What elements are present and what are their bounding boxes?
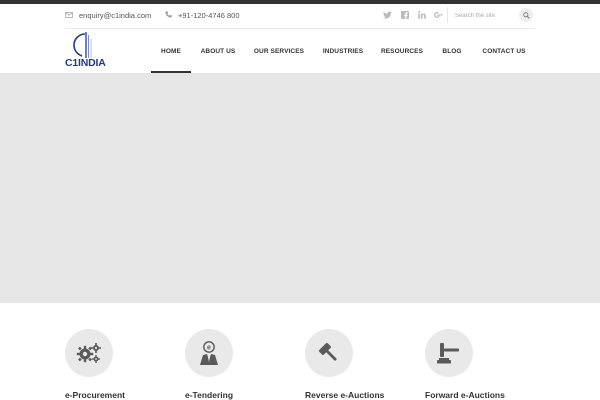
- service-title: e-Procurement: [65, 390, 125, 400]
- gears-icon: [76, 343, 101, 363]
- nav-label-our-services: OUR SERVICES: [253, 47, 305, 55]
- nav-item-about-us[interactable]: ABOUT US: [191, 29, 245, 73]
- hero-banner: [0, 74, 600, 303]
- nav-label-blog: BLOG: [442, 47, 462, 55]
- nav-label-contact-us: CONTACT US: [482, 47, 526, 55]
- contact-email[interactable]: enquiry@c1india.com: [65, 11, 151, 20]
- service-icon-circle: [425, 329, 473, 377]
- site-logo[interactable]: C1INDIA: [65, 31, 115, 69]
- search-button[interactable]: [519, 8, 533, 22]
- social-links: [383, 10, 443, 19]
- service-icon-circle: [305, 329, 353, 377]
- nav-label-industries: INDUSTRIES: [322, 47, 364, 55]
- envelope-icon: [65, 11, 73, 20]
- twitter-icon[interactable]: [383, 10, 392, 19]
- gavel-icon: [318, 342, 337, 361]
- linkedin-icon[interactable]: [417, 10, 426, 19]
- service-e-tendering[interactable]: e e-Tendering: [185, 329, 285, 400]
- search-icon: [522, 11, 530, 19]
- service-title: e-Tendering: [185, 390, 234, 400]
- nav-item-industries[interactable]: INDUSTRIES: [313, 29, 373, 73]
- service-reverse-e-auctions[interactable]: Reverse e-Auctions: [305, 329, 405, 400]
- logo-text: C1INDIA: [65, 57, 106, 69]
- tender-person-icon: e: [200, 341, 218, 365]
- phone-text: +91-120-4746 800: [178, 11, 240, 20]
- nav-item-our-services[interactable]: OUR SERVICES: [245, 29, 313, 73]
- nav-label-resources: RESOURCES: [380, 47, 424, 55]
- service-icon-circle: e: [185, 329, 233, 377]
- phone-icon: [165, 11, 172, 20]
- services-section: e-Procurement e e-Tendering Reverse e-Au…: [0, 303, 600, 400]
- top-bar: enquiry@c1india.com +91-120-4746 800: [65, 4, 535, 28]
- nav-item-home[interactable]: HOME: [151, 29, 191, 73]
- service-title: Reverse e-Auctions: [305, 390, 385, 400]
- service-icon-circle: [65, 329, 113, 377]
- service-e-procurement[interactable]: e-Procurement: [65, 329, 165, 400]
- service-title: Forward e-Auctions: [425, 390, 505, 400]
- service-forward-e-auctions[interactable]: Forward e-Auctions: [425, 329, 525, 400]
- email-text: enquiry@c1india.com: [79, 11, 152, 20]
- nav-item-blog[interactable]: BLOG: [431, 29, 473, 73]
- nav-label-about-us: ABOUT US: [200, 47, 236, 55]
- main-nav: HOME ABOUT US OUR SERVICES INDUSTRIES RE…: [151, 29, 535, 73]
- auction-hammer-icon: [437, 343, 459, 364]
- site-header: C1INDIA HOME ABOUT US OUR SERVICES INDUS…: [0, 29, 600, 73]
- nav-label-home: HOME: [161, 47, 181, 55]
- contact-phone[interactable]: +91-120-4746 800: [165, 11, 240, 20]
- nav-item-contact-us[interactable]: CONTACT US: [473, 29, 535, 73]
- nav-item-resources[interactable]: RESOURCES: [373, 29, 431, 73]
- google-plus-icon[interactable]: [434, 10, 443, 19]
- svg-text:e: e: [207, 345, 211, 352]
- facebook-icon[interactable]: [400, 10, 409, 19]
- search-input[interactable]: [455, 10, 519, 21]
- search-box: [447, 7, 535, 23]
